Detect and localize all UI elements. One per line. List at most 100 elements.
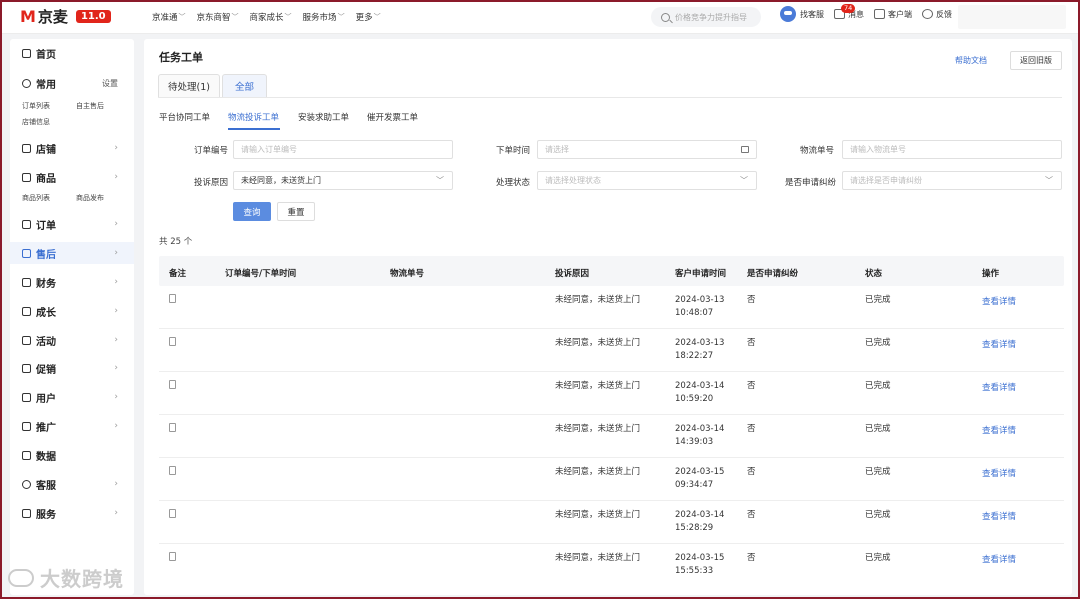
col-note: 备注 [169,269,187,279]
sidebar-item-order[interactable]: 订单 › [10,213,134,235]
note-icon[interactable] [169,509,176,518]
help-docs-link[interactable]: 帮助文档 [955,55,987,66]
status-select[interactable]: 请选择处理状态 ﹀ [537,171,757,190]
client-button[interactable]: 客户端 [874,9,912,20]
sidebar-item-growth[interactable]: 成长 › [10,300,134,322]
row-status: 已完成 [865,553,891,563]
row-date: 2024-03-15 [675,467,725,477]
sidebar-item-service[interactable]: 服务 › [10,502,134,524]
chevron-down-icon: ﹀ [740,176,748,185]
sidebar-item-label: 财务 [36,278,56,290]
input-placeholder: 请选择处理状态 [545,176,601,185]
note-icon[interactable] [169,466,176,475]
reason-select[interactable]: 未经同意，未送货上门 ﹀ [233,171,453,190]
sidebar-item-label: 商品 [36,173,56,185]
note-icon[interactable] [169,294,176,303]
table-row: 未经同意，未送货上门 2024-03-14 10:59:20 否 已完成 查看详… [159,372,1064,415]
view-details-link[interactable]: 查看详情 [982,554,1016,567]
service-icon [22,508,31,518]
row-dispute: 否 [747,381,756,391]
table-row: 未经同意，未送货上门 2024-03-13 18:22:27 否 已完成 查看详… [159,329,1064,372]
sidebar-item-aftersale[interactable]: 售后 › [10,242,134,264]
watermark: 大数跨境 [8,563,124,592]
chevron-right-icon: › [114,219,118,229]
reset-button[interactable]: 重置 [277,202,315,221]
sidebar-item-home[interactable]: 首页 [10,42,134,64]
view-details-link[interactable]: 查看详情 [982,339,1016,352]
logistics-no-input[interactable]: 请输入物流单号 [842,140,1062,159]
back-to-old-button[interactable]: 返回旧版 [1010,51,1062,70]
sidebar-item-promotion[interactable]: 促销 › [10,357,134,379]
order-no-input[interactable]: 请输入订单编号 [233,140,453,159]
quick-link-aftersale[interactable]: 自主售后 [76,101,104,111]
customer-service-button[interactable]: 找客服 [780,6,824,22]
settings-link[interactable]: 设置 [102,78,118,89]
row-reason: 未经同意，未送货上门 [555,295,641,305]
chevron-down-icon: ﹀ [1045,176,1053,185]
order-time-picker[interactable]: 请选择 [537,140,757,159]
nav-label: 京东商智 [196,12,231,23]
tab-all[interactable]: 全部 [222,74,267,98]
input-placeholder: 请输入订单编号 [241,145,297,154]
sidebar-item-finance[interactable]: 财务 › [10,271,134,293]
headset-icon [22,479,31,489]
col-dispute: 是否申请纠纷 [747,269,799,279]
view-details-link[interactable]: 查看详情 [982,468,1016,481]
aftersale-icon [22,248,31,258]
messages-button[interactable]: 74 消息 [834,3,864,20]
sidebar-item-data[interactable]: 数据 [10,444,134,466]
quick-link-store-info[interactable]: 店铺信息 [22,117,50,127]
subtab-installation[interactable]: 安装求助工单 [298,111,349,123]
subtab-invoice[interactable]: 催开发票工单 [367,111,418,123]
nav-service-market[interactable]: 服务市场 ﹀ [303,11,345,23]
quick-link-order-list[interactable]: 订单列表 [22,101,50,111]
note-icon[interactable] [169,337,176,346]
chevron-down-icon: ﹀ [436,176,444,185]
nav-growth[interactable]: 商家成长 ﹀ [250,11,292,23]
note-icon[interactable] [169,380,176,389]
chevron-right-icon: › [114,335,118,345]
input-placeholder: 请选择 [545,145,569,154]
quick-link-goods-publish[interactable]: 商品发布 [76,193,104,203]
row-time: 18:22:27 [675,351,714,361]
subtab-logistics-complaint[interactable]: 物流投诉工单 [228,111,279,123]
logo[interactable]: M 京麦 11.0 [20,6,148,27]
user-area[interactable] [958,5,1066,29]
chevron-right-icon: › [114,143,118,153]
tab-pending[interactable]: 待处理(1) [158,74,220,98]
sidebar-item-goods[interactable]: 商品 › [10,166,134,188]
view-details-link[interactable]: 查看详情 [982,425,1016,438]
sidebar-item-marketing[interactable]: 推广 › [10,415,134,437]
nav-more[interactable]: 更多 ﹀ [356,11,381,23]
view-details-link[interactable]: 查看详情 [982,296,1016,309]
robot-icon [780,6,796,22]
sidebar-item-common[interactable]: 常用 设置 [10,72,134,94]
nav-shangzhi[interactable]: 京东商智 ﹀ [197,11,239,23]
row-dispute: 否 [747,338,756,348]
finance-icon [22,277,31,287]
sidebar-item-label: 订单 [36,220,56,232]
sidebar-item-store[interactable]: 店铺 › [10,137,134,159]
chevron-down-icon: ﹀ [373,12,381,21]
nav-label: 京准通 [152,12,178,23]
sidebar-item-users[interactable]: 用户 › [10,386,134,408]
subtab-platform[interactable]: 平台协同工单 [159,111,210,123]
tool-label: 反馈 [936,9,952,19]
note-icon[interactable] [169,552,176,561]
home-icon [22,48,31,58]
logo-name: 京麦 [37,8,68,26]
query-button[interactable]: 查询 [233,202,271,221]
quick-link-goods-list[interactable]: 商品列表 [22,193,50,203]
search-input[interactable]: 价格竞争力提升指导 [651,7,761,27]
sidebar-item-activity[interactable]: 活动 › [10,329,134,351]
view-details-link[interactable]: 查看详情 [982,382,1016,395]
nav-jingzhuntong[interactable]: 京准通 ﹀ [152,11,186,23]
sidebar-item-cs[interactable]: 客服 › [10,473,134,495]
note-icon[interactable] [169,423,176,432]
dispute-select[interactable]: 请选择是否申请纠纷 ﹀ [842,171,1062,190]
view-details-link[interactable]: 查看详情 [982,511,1016,524]
top-bar: M 京麦 11.0 京准通 ﹀ 京东商智 ﹀ 商家成长 ﹀ 服务市场 ﹀ 更多 ﹀ 价格竞… [0,0,1080,34]
row-dispute: 否 [747,510,756,520]
feedback-button[interactable]: 反馈 [922,9,952,20]
col-apply-time: 客户申请时间 [675,269,727,279]
